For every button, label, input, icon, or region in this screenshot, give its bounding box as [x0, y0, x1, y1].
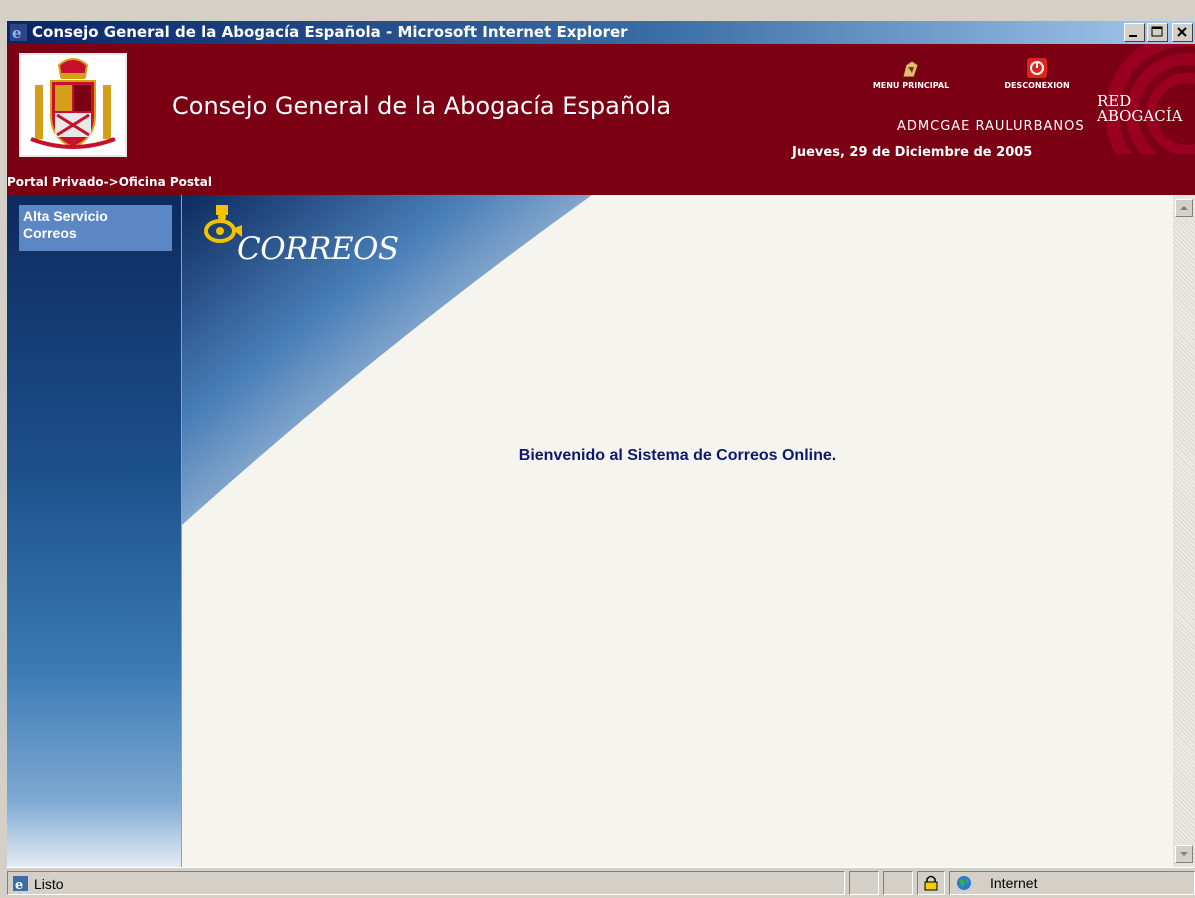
window-controls	[1124, 23, 1193, 42]
scroll-down-button[interactable]	[1175, 845, 1193, 863]
vertical-scrollbar[interactable]	[1173, 195, 1195, 867]
maximize-icon	[1151, 26, 1163, 37]
minimize-button[interactable]	[1124, 23, 1145, 42]
close-button[interactable]	[1172, 23, 1193, 42]
internet-explorer-icon: e	[10, 24, 27, 41]
sidebar-item-label-line2: Correos	[23, 225, 77, 241]
breadcrumb: Portal Privado->Oficina Postal	[7, 175, 212, 189]
power-icon	[1027, 58, 1047, 78]
status-cell	[883, 871, 913, 895]
logged-user: ADMCGAE RAULURBANOS	[897, 119, 1085, 134]
desconexion-button[interactable]: DESCONEXION	[997, 57, 1077, 90]
current-date: Jueves, 29 de Diciembre de 2005	[792, 145, 1033, 160]
red-abogacia-text: RED ABOGACÍA	[1097, 94, 1182, 124]
sidebar	[7, 195, 181, 867]
scroll-up-button[interactable]	[1175, 199, 1193, 217]
background-swoosh	[182, 195, 592, 525]
title-bar[interactable]: e Consejo General de la Abogacía Español…	[7, 21, 1195, 44]
arrow-down-icon	[1180, 852, 1188, 856]
status-panel: e Listo	[7, 871, 845, 895]
window-frame: e Consejo General de la Abogacía Español…	[0, 0, 1195, 44]
globe-icon	[957, 876, 971, 890]
window-title: Consejo General de la Abogacía Española …	[32, 23, 628, 41]
arrow-up-icon	[1180, 206, 1188, 210]
status-text: Listo	[34, 876, 64, 892]
padlock-icon	[924, 875, 938, 891]
site-title: Consejo General de la Abogacía Española	[172, 92, 672, 120]
red-logo-line2: ABOGACÍA	[1097, 107, 1183, 125]
desconexion-label: DESCONEXION	[1004, 81, 1070, 90]
status-bar: e Listo Internet	[7, 867, 1195, 898]
site-header: Consejo General de la Abogacía Española …	[7, 44, 1195, 195]
zone-text: Internet	[990, 875, 1038, 891]
page-icon: e	[13, 876, 28, 892]
svg-text:e: e	[12, 24, 22, 41]
content-area: Alta Servicio Correos CORREOS Bienvenido…	[7, 195, 1173, 867]
security-cell	[917, 871, 945, 895]
minimize-icon	[1129, 35, 1137, 37]
coat-of-arms-logo	[19, 53, 127, 157]
sidebar-item-alta-servicio-correos[interactable]: Alta Servicio Correos	[19, 205, 172, 251]
maximize-button[interactable]	[1147, 23, 1168, 42]
sidebar-item-label-line1: Alta Servicio	[23, 208, 108, 224]
home-hand-icon	[902, 60, 919, 78]
close-icon	[1177, 27, 1187, 37]
menu-principal-button[interactable]: MENU PRINCIPAL	[871, 57, 951, 90]
svg-text:e: e	[15, 878, 23, 892]
correos-logo-text: CORREOS	[237, 231, 399, 267]
menu-principal-label: MENU PRINCIPAL	[872, 81, 950, 90]
zone-cell	[949, 871, 1195, 895]
sidebar-divider	[181, 195, 182, 867]
crest-icon	[30, 58, 116, 149]
welcome-message: Bienvenido al Sistema de Correos Online.	[518, 447, 837, 464]
status-cell	[849, 871, 879, 895]
